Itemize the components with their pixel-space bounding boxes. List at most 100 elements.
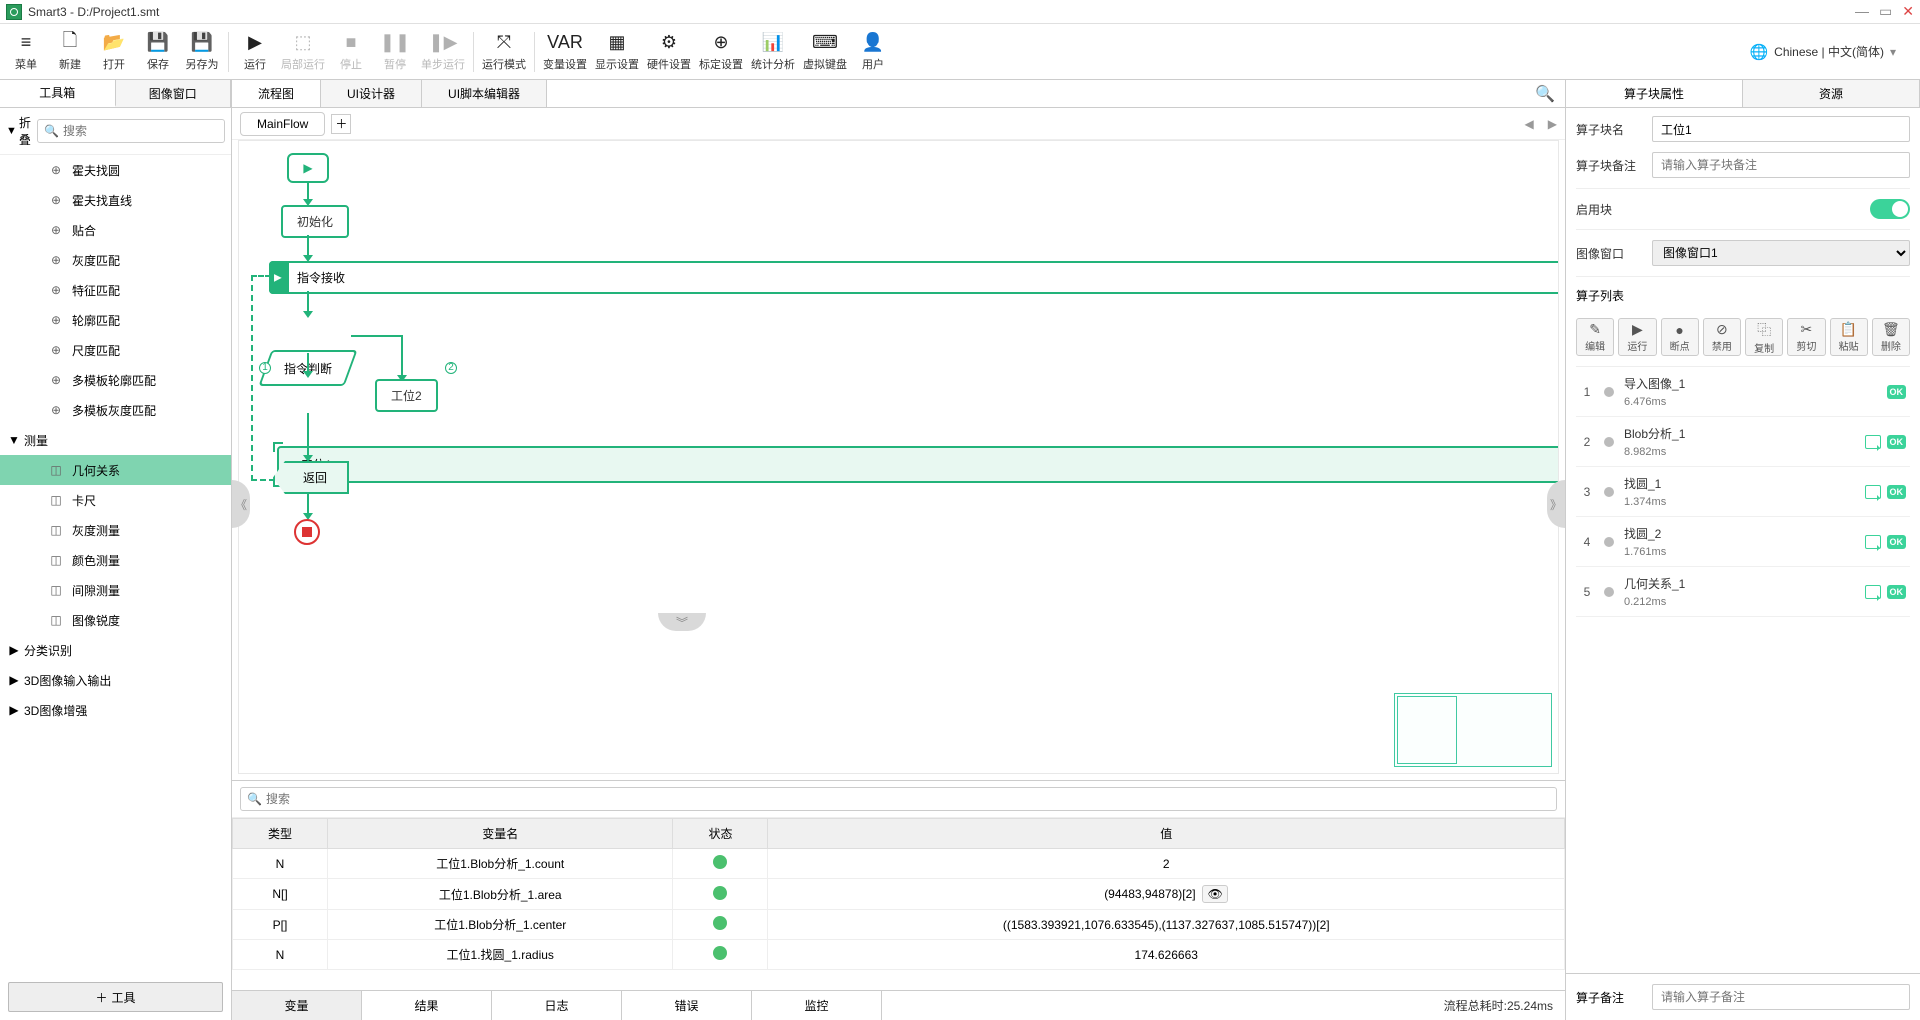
tab-image-window[interactable]: 图像窗口 [116, 80, 232, 107]
op-编辑-button[interactable]: ✎编辑 [1576, 318, 1614, 356]
save-button[interactable]: 💾保存 [136, 26, 180, 78]
flow-prev-icon[interactable]: ◀ [1525, 117, 1534, 131]
chevron-down-icon[interactable]: ▾ [1890, 45, 1896, 59]
node-station2[interactable]: 工位2 [375, 379, 438, 412]
op-运行-button[interactable]: ▶运行 [1618, 318, 1656, 356]
disp-button[interactable]: ▦显示设置 [591, 26, 643, 78]
eye-icon[interactable]: 👁 [1202, 885, 1228, 903]
image-link-icon[interactable] [1865, 435, 1881, 449]
tool-item[interactable]: ◫颜色测量 [0, 545, 231, 575]
op-remark-input[interactable] [1652, 984, 1910, 1010]
bottom-tab[interactable]: 日志 [492, 991, 622, 1020]
flow-tab-main[interactable]: MainFlow [240, 112, 325, 136]
run-button[interactable]: ▶运行 [233, 26, 277, 78]
op-禁用-button[interactable]: ⊘禁用 [1703, 318, 1741, 356]
node-return[interactable]: 返回 [273, 461, 349, 494]
tool-item[interactable]: ⊕霍夫找圆 [0, 155, 231, 185]
node-end[interactable] [294, 519, 320, 545]
collapse-right-icon[interactable]: 》 [1547, 480, 1565, 528]
node-station1[interactable]: 工位1 [277, 446, 1559, 483]
tool-item[interactable]: ⊕轮廓匹配 [0, 305, 231, 335]
stat-button[interactable]: 📊统计分析 [747, 26, 799, 78]
node-init[interactable]: 初始化 [281, 205, 349, 238]
tab-ui-script[interactable]: UI脚本编辑器 [422, 80, 547, 107]
tool-item[interactable]: ⊕贴合 [0, 215, 231, 245]
bottom-tab[interactable]: 结果 [362, 991, 492, 1020]
runmode-button[interactable]: ⤧运行模式 [478, 26, 530, 78]
tool-item[interactable]: ⊕霍夫找直线 [0, 185, 231, 215]
imgwin-select[interactable]: 图像窗口1 [1652, 240, 1910, 266]
op-删除-button[interactable]: 🗑删除 [1872, 318, 1910, 356]
new-button[interactable]: 🗋新建 [48, 26, 92, 78]
variable-search-input[interactable] [266, 792, 1550, 806]
tab-ui-designer[interactable]: UI设计器 [321, 80, 422, 107]
toolbox-search[interactable]: 🔍 [37, 119, 225, 143]
op-复制-button[interactable]: ⿻复制 [1745, 318, 1783, 356]
var-button[interactable]: VAR变量设置 [539, 26, 591, 78]
node-start[interactable]: ▶ [287, 153, 329, 183]
tab-block-props[interactable]: 算子块属性 [1566, 80, 1743, 107]
close-icon[interactable]: ✕ [1902, 3, 1914, 20]
block-name-input[interactable] [1652, 116, 1910, 142]
tool-item[interactable]: ⊕特征匹配 [0, 275, 231, 305]
table-row[interactable]: N工位1.找圆_1.radius174.626663 [233, 940, 1565, 970]
tool-item[interactable]: ◫间隙测量 [0, 575, 231, 605]
op-剪切-button[interactable]: ✂剪切 [1787, 318, 1825, 356]
open-button[interactable]: 📂打开 [92, 26, 136, 78]
flow-next-icon[interactable]: ▶ [1548, 117, 1557, 131]
toolbox-search-input[interactable] [63, 124, 218, 138]
bottom-tab[interactable]: 错误 [622, 991, 752, 1020]
operator-item[interactable]: 1导入图像_16.476msOK [1576, 367, 1910, 417]
category[interactable]: ▶3D图像输入输出 [0, 665, 231, 695]
image-link-icon[interactable] [1865, 535, 1881, 549]
minimize-icon[interactable]: — [1855, 3, 1869, 20]
category-measure[interactable]: ▼测量 [0, 425, 231, 455]
op-粘贴-button[interactable]: 📋粘贴 [1830, 318, 1868, 356]
add-flow-button[interactable]: ＋ [331, 114, 351, 134]
maximize-icon[interactable]: ▭ [1879, 3, 1892, 20]
tool-item[interactable]: ⊕多模板灰度匹配 [0, 395, 231, 425]
canvas-search-icon[interactable]: 🔍 [1535, 84, 1555, 104]
tool-item[interactable]: ◫卡尺 [0, 485, 231, 515]
enable-toggle[interactable] [1870, 199, 1910, 219]
calib-button[interactable]: ⊕标定设置 [695, 26, 747, 78]
kbd-button[interactable]: ⌨虚拟键盘 [799, 26, 851, 78]
tab-flowchart[interactable]: 流程图 [232, 80, 321, 107]
table-row[interactable]: N[]工位1.Blob分析_1.area(94483,94878)[2] 👁 [233, 879, 1565, 910]
user-button[interactable]: 👤用户 [851, 26, 895, 78]
menu-button[interactable]: ≡菜单 [4, 26, 48, 78]
block-remark-input[interactable] [1652, 152, 1910, 178]
tab-toolbox[interactable]: 工具箱 [0, 80, 116, 107]
tool-item[interactable]: ◫灰度测量 [0, 515, 231, 545]
add-tool-button[interactable]: ＋工具 [8, 982, 223, 1012]
tab-resources[interactable]: 资源 [1743, 80, 1920, 107]
table-row[interactable]: N工位1.Blob分析_1.count2 [233, 849, 1565, 879]
image-link-icon[interactable] [1865, 485, 1881, 499]
flow-canvas[interactable]: ▶ 初始化 指令接收 指令判断 1 2 [238, 140, 1559, 774]
operator-item[interactable]: 5几何关系_10.212msOK [1576, 567, 1910, 617]
tool-item[interactable]: ◫几何关系 [0, 455, 231, 485]
operator-item[interactable]: 4找圆_21.761msOK [1576, 517, 1910, 567]
tool-item[interactable]: ⊕多模板轮廓匹配 [0, 365, 231, 395]
category[interactable]: ▶3D图像增强 [0, 695, 231, 725]
col-header: 变量名 [328, 819, 673, 849]
category[interactable]: ▶分类识别 [0, 635, 231, 665]
ok-badge: OK [1887, 535, 1907, 549]
bottom-tab[interactable]: 监控 [752, 991, 882, 1020]
saveas-button[interactable]: 💾另存为 [180, 26, 224, 78]
operator-item[interactable]: 2Blob分析_18.982msOK [1576, 417, 1910, 467]
op-断点-button[interactable]: ●断点 [1661, 318, 1699, 356]
minimap[interactable] [1394, 693, 1552, 767]
hw-button[interactable]: ⚙硬件设置 [643, 26, 695, 78]
image-link-icon[interactable] [1865, 585, 1881, 599]
table-row[interactable]: P[]工位1.Blob分析_1.center((1583.393921,1076… [233, 910, 1565, 940]
tool-item[interactable]: ◫图像锐度 [0, 605, 231, 635]
tool-item[interactable]: ⊕尺度匹配 [0, 335, 231, 365]
variable-search[interactable]: 🔍 [240, 787, 1557, 811]
language-label[interactable]: Chinese | 中文(简体) [1774, 43, 1884, 60]
bottom-tab[interactable]: 变量 [232, 991, 362, 1020]
tool-item[interactable]: ⊕灰度匹配 [0, 245, 231, 275]
operator-item[interactable]: 3找圆_11.374msOK [1576, 467, 1910, 517]
fold-button[interactable]: ▼折叠 [6, 114, 31, 148]
node-recv[interactable]: 指令接收 [269, 261, 1559, 294]
